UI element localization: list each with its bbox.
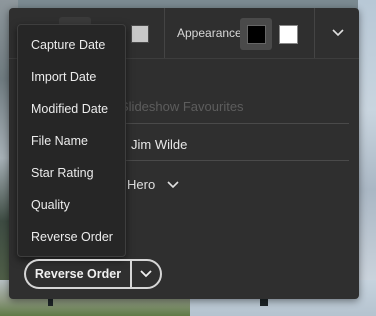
split-button-separator	[130, 259, 132, 289]
layout-select[interactable]: Hero	[127, 174, 179, 194]
sort-option-reverse-order[interactable]: Reverse Order	[31, 230, 113, 244]
sort-option-star-rating[interactable]: Star Rating	[31, 166, 94, 180]
appearance-label: Appearance	[177, 26, 242, 40]
sort-order-button-label: Reverse Order	[34, 267, 122, 281]
sort-option-file-name[interactable]: File Name	[31, 134, 88, 148]
author-input[interactable]: Jim Wilde	[131, 137, 187, 152]
sort-option-modified-date[interactable]: Modified Date	[31, 102, 108, 116]
sort-option-quality[interactable]: Quality	[31, 198, 70, 212]
sort-option-import-date[interactable]: Import Date	[31, 70, 96, 84]
sort-order-button[interactable]: Reverse Order	[24, 259, 130, 289]
toolbar-divider	[164, 8, 165, 58]
sort-order-menu: Capture Date Import Date Modified Date F…	[17, 24, 126, 257]
chevron-down-icon[interactable]	[326, 21, 350, 45]
background-gray-swatch[interactable]	[131, 25, 149, 43]
chevron-down-icon	[167, 177, 179, 192]
slideshow-settings-panel: Appearance Slideshow Favourites Jim Wild…	[9, 8, 359, 299]
title-input-underline	[120, 123, 349, 124]
layout-select-value: Hero	[127, 176, 156, 192]
author-input-underline	[120, 160, 349, 161]
toolbar-divider	[314, 8, 315, 58]
sort-order-dropdown-button[interactable]	[130, 259, 162, 289]
sort-option-capture-date[interactable]: Capture Date	[31, 38, 105, 52]
appearance-white-swatch[interactable]	[279, 25, 298, 44]
appearance-black-swatch[interactable]	[247, 25, 266, 44]
background-photo-right	[358, 0, 376, 316]
chevron-down-icon	[140, 265, 152, 283]
title-input[interactable]: Slideshow Favourites	[120, 99, 244, 114]
